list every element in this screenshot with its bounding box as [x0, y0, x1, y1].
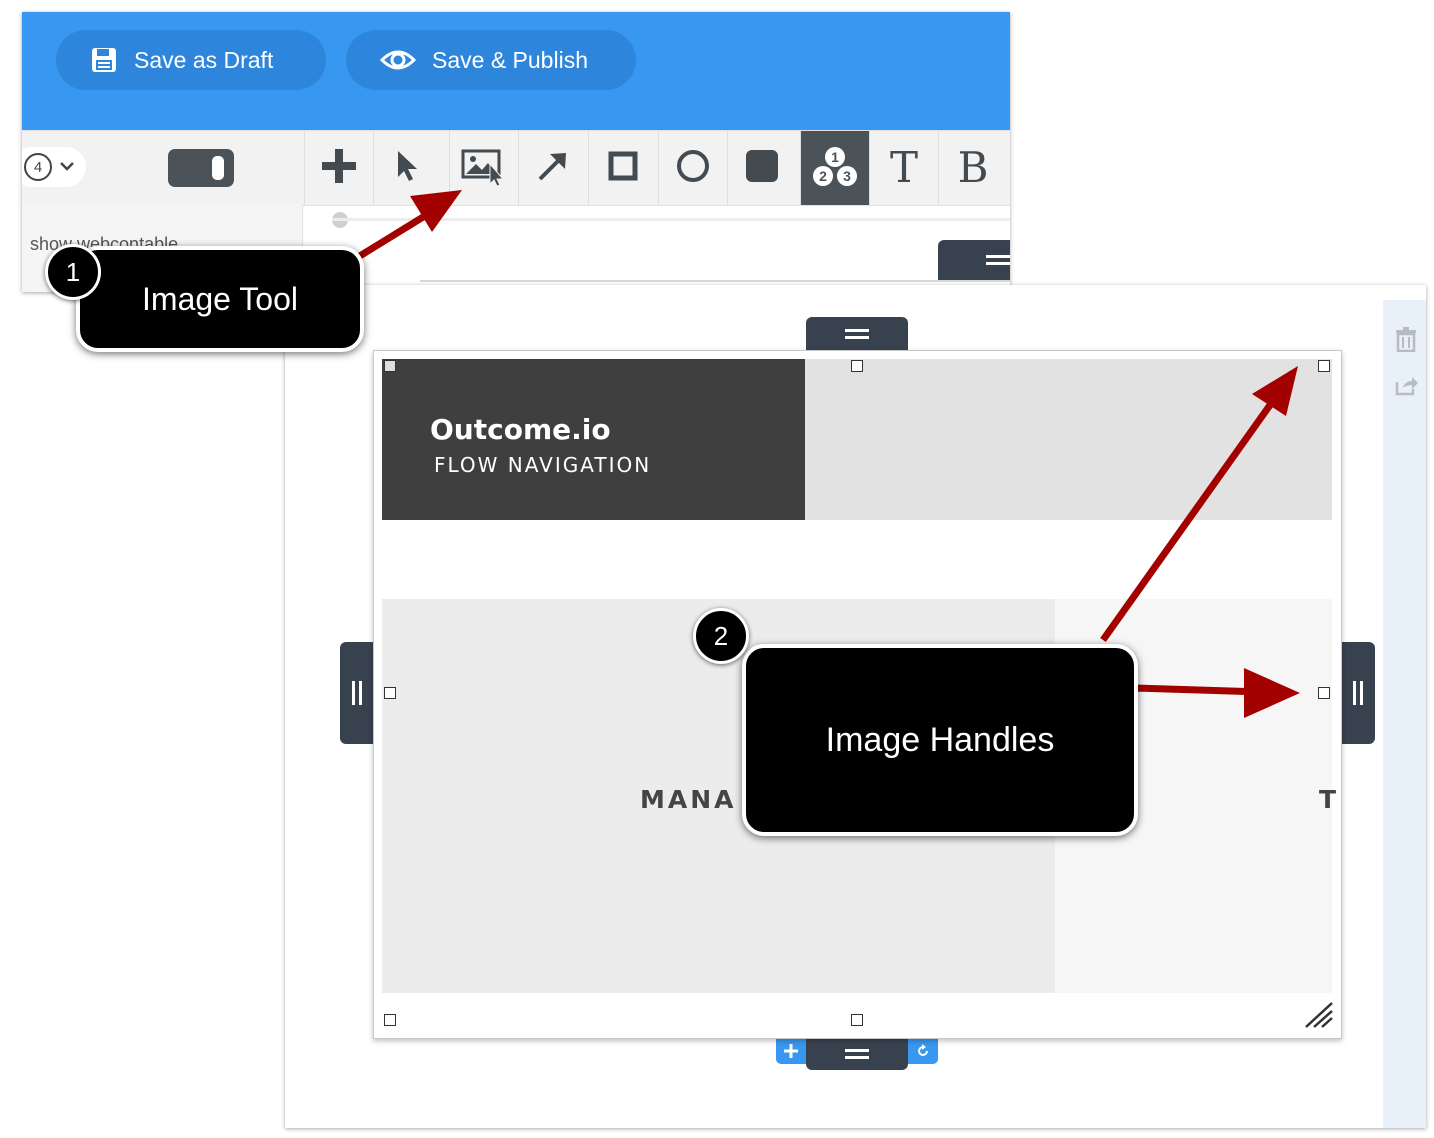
callout-image-handles-label: Image Handles	[825, 720, 1055, 759]
callout-image-tool: Image Tool	[76, 246, 364, 352]
step-badge-2: 2	[693, 608, 749, 664]
arrow-to-top-right-handle	[1100, 366, 1298, 643]
arrow-to-right-handle	[1133, 668, 1300, 718]
annotation-arrows	[348, 190, 1300, 718]
arrow-to-image-tool	[348, 190, 462, 265]
callout-image-tool-label: Image Tool	[142, 280, 298, 317]
callout-image-handles: Image Handles	[742, 644, 1138, 836]
step-badge-1: 1	[45, 244, 101, 300]
